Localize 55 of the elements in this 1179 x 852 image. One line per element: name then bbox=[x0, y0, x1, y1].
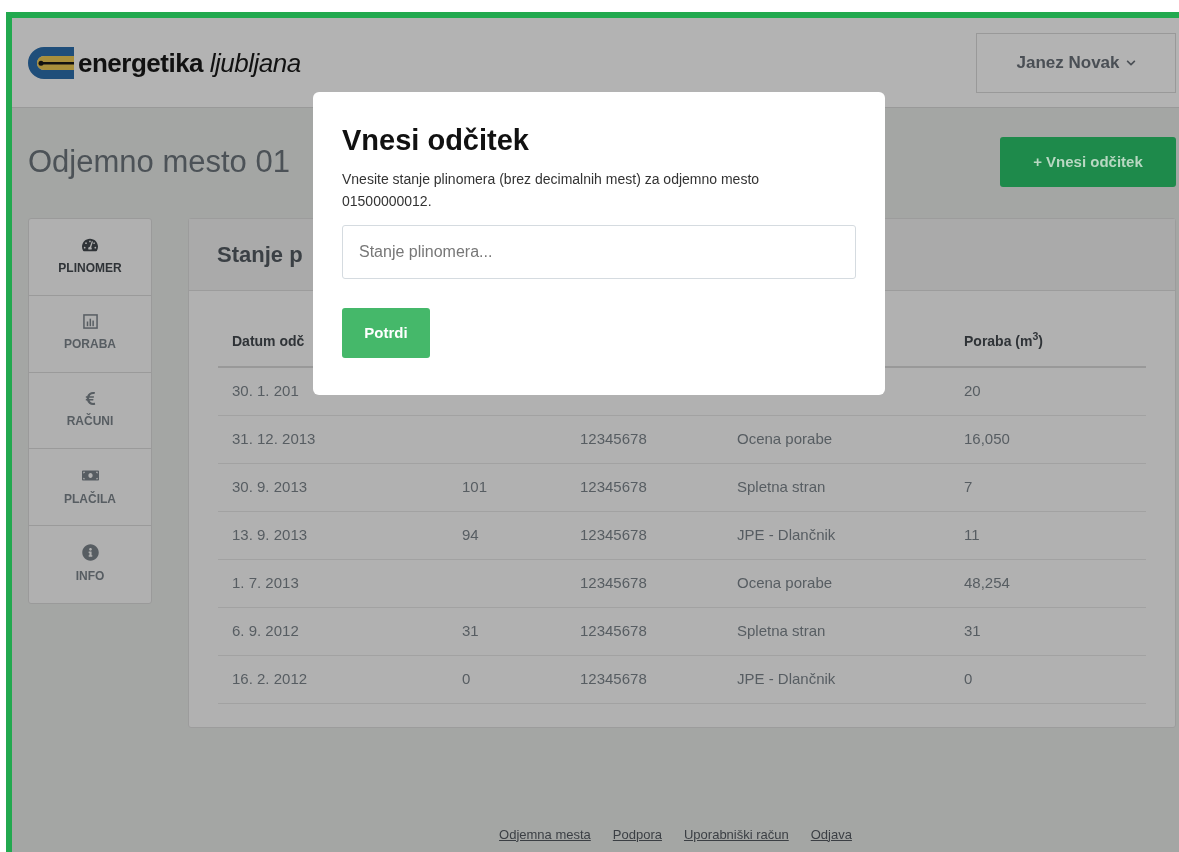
footer-link[interactable]: Uporabniški račun bbox=[683, 824, 789, 844]
footer-link[interactable]: Odjava bbox=[810, 824, 852, 844]
gauge-icon bbox=[82, 236, 98, 253]
table-cell: Ocena porabe bbox=[737, 574, 833, 592]
sidebar-item[interactable]: PLINOMER bbox=[29, 219, 151, 296]
footer-link[interactable]: Odjemna mesta bbox=[499, 824, 591, 844]
table-cell: 30. 1. 201 bbox=[232, 382, 299, 400]
table-cell: 12345678 bbox=[580, 478, 647, 496]
chevron-down-icon bbox=[1125, 57, 1136, 68]
table-cell: 16. 2. 2012 bbox=[232, 670, 308, 688]
modal-description: Vnesite stanje plinomera (brez decimalnih mest) za odjemno mesto 01500000012. bbox=[342, 170, 761, 212]
column-header: Poraba (m$^{3}$) bbox=[964, 332, 1043, 349]
table-cell: 0 bbox=[462, 670, 471, 688]
table-cell: 101 bbox=[462, 478, 488, 496]
sidebar-item[interactable]: INFO bbox=[29, 526, 151, 603]
page-title: Odjemno mesto 01 bbox=[28, 142, 290, 181]
table-cell: 12345678 bbox=[580, 622, 647, 640]
table-cell: 11 bbox=[964, 526, 980, 544]
table-cell: 12345678 bbox=[580, 526, 647, 544]
table-cell: JPE - Dlančnik bbox=[737, 526, 836, 544]
sidebar-item[interactable]: PLAČILA bbox=[29, 449, 151, 527]
sidebar-item[interactable]: PORABA bbox=[29, 295, 151, 373]
table-cell: 48,254 bbox=[964, 574, 1010, 592]
table-cell: JPE - Dlančnik bbox=[737, 670, 836, 688]
column-header: Datum odč bbox=[232, 332, 305, 349]
table-cell: 1. 7. 2013 bbox=[232, 574, 299, 592]
logo-wordmark: energetika ljubljana bbox=[78, 49, 301, 76]
table-cell: 0 bbox=[964, 670, 973, 688]
table-cell: 12345678 bbox=[580, 574, 647, 592]
table-cell: 13. 9. 2013 bbox=[232, 526, 308, 544]
table-cell: Spletna stran bbox=[737, 478, 826, 496]
logo-icon bbox=[28, 46, 74, 79]
add-reading-button[interactable]: + Vnesi odčitek bbox=[1000, 137, 1176, 187]
table-cell: Spletna stran bbox=[737, 622, 826, 640]
bar-chart-icon bbox=[82, 314, 98, 330]
table-cell: 94 bbox=[462, 526, 479, 544]
modal-title: Vnesi odčitek bbox=[342, 123, 530, 158]
table-cell: Ocena porabe bbox=[737, 430, 833, 448]
table-cell: 6. 9. 2012 bbox=[232, 622, 299, 640]
table-cell: 31 bbox=[462, 622, 479, 640]
panel-title: Stanje p bbox=[217, 241, 303, 269]
sidebar-item[interactable]: RAČUNI bbox=[29, 372, 151, 450]
meter-reading-input[interactable]: Stanje plinomera... bbox=[342, 225, 856, 280]
table-cell: 31 bbox=[964, 622, 981, 640]
table-cell: 12345678 bbox=[580, 670, 647, 688]
info-icon bbox=[81, 544, 99, 562]
table-cell: 30. 9. 2013 bbox=[232, 478, 308, 496]
user-menu-button[interactable]: Janez Novak bbox=[976, 32, 1176, 93]
table-cell: 12345678 bbox=[580, 430, 647, 448]
confirm-button[interactable]: Potrdi bbox=[342, 308, 430, 359]
table-cell: 20 bbox=[964, 382, 981, 400]
footer-link[interactable]: Podpora bbox=[612, 824, 662, 844]
table-cell: 7 bbox=[964, 478, 973, 496]
table-cell: 16,050 bbox=[964, 430, 1010, 448]
table-cell: 31. 12. 2013 bbox=[232, 430, 316, 448]
